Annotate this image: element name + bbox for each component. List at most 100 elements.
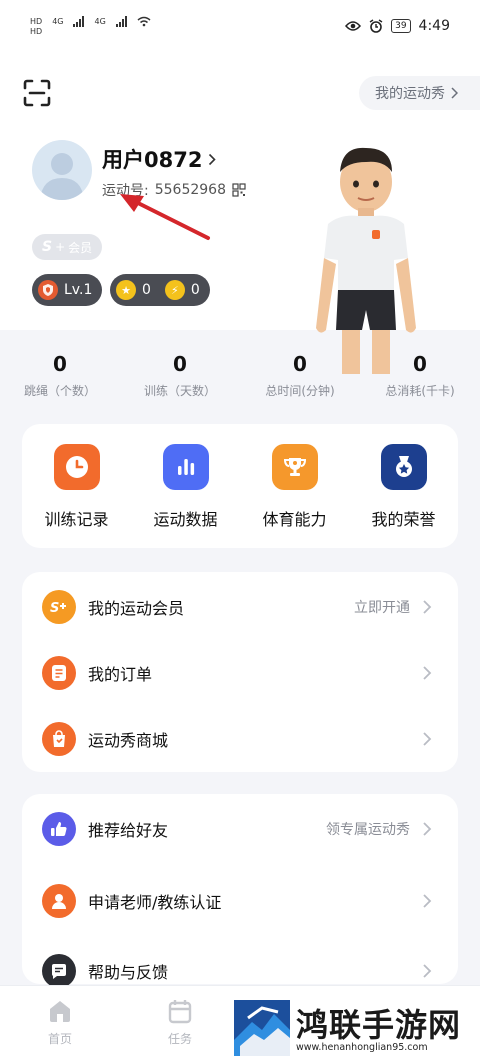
my-honor-button[interactable]: 我的荣誉: [359, 444, 449, 548]
username[interactable]: 用户0872: [102, 144, 217, 174]
list-item-label: 运动秀商城: [88, 731, 169, 750]
scan-icon[interactable]: [22, 78, 52, 108]
signal-icon: [73, 16, 85, 27]
signal-icon: [115, 16, 127, 27]
tab-label: 任务: [167, 1032, 192, 1046]
level-badge[interactable]: Lv.1: [32, 274, 103, 306]
list-item-label: 帮助与反馈: [88, 963, 169, 982]
chevron-right-icon: [423, 964, 432, 978]
stat-jump-rope[interactable]: 0 跳绳（个数）: [0, 352, 120, 406]
net-indicator-1: HD: [30, 16, 43, 26]
chevron-right-icon: [423, 732, 432, 746]
chevron-right-icon: [423, 666, 432, 680]
list-item-label: 我的订单: [88, 665, 153, 684]
list-item-membership[interactable]: S 我的运动会员 立即开通: [22, 574, 458, 640]
qr-code-icon[interactable]: [232, 183, 246, 197]
tab-label: 首页: [47, 1032, 72, 1046]
watermark-logo-icon: [234, 1000, 290, 1056]
member-badge[interactable]: S + 会员: [32, 234, 103, 260]
stat-label: 总时间(分钟): [265, 384, 335, 398]
list-item-extra: 立即开通: [354, 600, 410, 616]
watermark-title: 鸿联手游网: [296, 1006, 462, 1044]
function-label: 我的荣誉: [371, 510, 436, 529]
menu-list-account: S 我的运动会员 立即开通 我的订单 运动秀商城: [22, 572, 458, 772]
list-item-orders[interactable]: 我的订单: [22, 640, 458, 706]
menu-list-more: 推荐给好友 领专属运动秀 申请老师/教练认证 帮助与反馈: [22, 794, 458, 988]
stat-total-calories[interactable]: 0 总消耗(千卡): [360, 352, 480, 406]
stat-value: 0: [53, 352, 67, 376]
avatar[interactable]: [32, 140, 92, 200]
stat-value: 0: [413, 352, 427, 376]
coin-b-count: 0: [190, 282, 200, 298]
watermark-url: www.henanhonglian95.com: [296, 1042, 428, 1053]
member-s-mark: S: [42, 239, 53, 255]
default-avatar-icon: [40, 153, 84, 200]
teacher-icon: [42, 884, 76, 918]
list-item-teacher-cert[interactable]: 申请老师/教练认证: [22, 868, 458, 934]
list-item-extra: 领专属运动秀: [326, 822, 410, 838]
shop-bag-icon: [42, 722, 76, 756]
chevron-right-icon: [451, 87, 458, 99]
calendar-icon: [168, 1000, 192, 1024]
stat-total-time[interactable]: 0 总时间(分钟): [240, 352, 360, 406]
status-bar: HD 4G 4G HD 39 4:49: [0, 0, 480, 52]
battery-icon: 39: [391, 19, 411, 33]
sport-ability-button[interactable]: 体育能力: [250, 444, 340, 548]
trophy-icon: [271, 444, 318, 490]
my-sport-show-button[interactable]: 我的运动秀: [359, 76, 480, 110]
chevron-right-icon: [423, 600, 432, 614]
feedback-icon: [42, 954, 76, 988]
sport-data-button[interactable]: 运动数据: [141, 444, 231, 548]
profile-header: 我的运动秀 用户0872 运动号: 55652968 S + 会员 Lv.1 ★…: [0, 52, 480, 374]
coins-badge[interactable]: ★ 0 ⚡ 0: [110, 274, 210, 306]
stat-label: 训练（天数）: [143, 384, 216, 398]
stats-row: 0 跳绳（个数） 0 训练（天数） 0 总时间(分钟) 0 总消耗(千卡): [0, 352, 480, 406]
level-label: Lv.1: [64, 282, 93, 298]
list-item-recommend[interactable]: 推荐给好友 领专属运动秀: [22, 796, 458, 862]
training-record-button[interactable]: 训练记录: [32, 444, 122, 548]
list-item-label: 申请老师/教练认证: [88, 893, 222, 912]
shield-icon: [38, 280, 58, 300]
function-label: 体育能力: [262, 510, 327, 529]
signal-1-label: 4G: [52, 16, 64, 26]
status-left: HD 4G 4G HD: [30, 16, 151, 37]
signal-2-label: 4G: [94, 16, 106, 26]
list-item-label: 我的运动会员: [88, 599, 185, 618]
clock-time: 4:49: [418, 18, 450, 34]
chevron-right-icon: [209, 153, 217, 165]
net-indicator-2: HD: [30, 27, 43, 36]
home-icon: [50, 1001, 70, 1022]
order-icon: [42, 656, 76, 690]
function-label: 运动数据: [153, 510, 218, 529]
member-plus: +: [55, 240, 66, 254]
function-grid: 训练记录 运动数据 体育能力 我的荣誉: [22, 424, 458, 548]
annotation-arrow: [120, 194, 210, 240]
my-sport-show-label: 我的运动秀: [375, 86, 445, 102]
watermark: 鸿联手游网 www.henanhonglian95.com: [232, 998, 480, 1061]
status-right: 39 4:49: [345, 18, 450, 34]
stat-label: 总消耗(千卡): [385, 384, 455, 398]
thumbs-up-icon: [42, 812, 76, 846]
chevron-right-icon: [423, 822, 432, 836]
medal-icon: [380, 444, 427, 490]
bolt-coin-icon: ⚡: [164, 280, 185, 300]
tab-home[interactable]: 首页: [30, 998, 90, 1047]
member-badge-label: 会员: [68, 240, 93, 255]
wifi-icon: [137, 16, 151, 27]
tab-tasks[interactable]: 任务: [150, 998, 210, 1047]
stat-value: 0: [173, 352, 187, 376]
avatar-character-icon[interactable]: [300, 140, 430, 380]
stat-training-days[interactable]: 0 训练（天数）: [120, 352, 240, 406]
alarm-icon: [369, 19, 383, 33]
stat-label: 跳绳（个数）: [23, 384, 96, 398]
bar-chart-icon: [162, 444, 209, 490]
chevron-right-icon: [423, 894, 432, 908]
clock-icon: [53, 444, 100, 490]
coin-a-count: 0: [142, 282, 151, 298]
svg-text:S: S: [50, 601, 59, 614]
list-item-label: 推荐给好友: [88, 821, 169, 840]
username-text: 用户0872: [102, 148, 203, 172]
list-item-shop[interactable]: 运动秀商城: [22, 706, 458, 772]
function-label: 训练记录: [44, 510, 109, 529]
membership-icon: S: [42, 590, 76, 624]
